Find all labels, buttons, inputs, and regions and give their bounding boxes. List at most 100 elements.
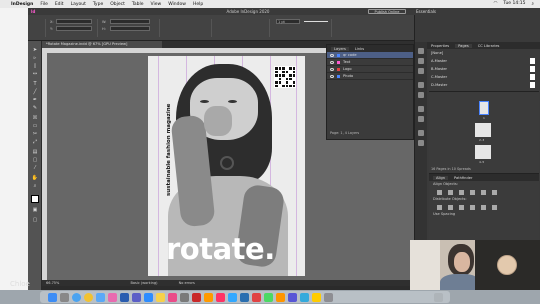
direct-selection-icon[interactable]: ▹ (31, 55, 39, 61)
align-icon[interactable] (418, 140, 424, 146)
distribute-right-icon[interactable] (492, 204, 497, 210)
menu-table[interactable]: Table (132, 2, 144, 7)
itunes-icon[interactable] (168, 293, 177, 302)
acrobat-icon[interactable] (192, 293, 201, 302)
use-spacing-option[interactable]: Use Spacing (429, 211, 539, 218)
menu-layout[interactable]: Layout (71, 2, 86, 7)
master-c[interactable]: C-Master (429, 73, 539, 81)
tab-properties[interactable]: Properties (431, 44, 449, 48)
publish-online-button[interactable]: Publish Online (368, 9, 406, 14)
align-bottom-icon[interactable] (492, 189, 497, 195)
rectangle-frame-icon[interactable]: ☒ (31, 115, 39, 121)
horizontal-ruler[interactable] (42, 48, 328, 53)
stroke-style-swatch[interactable] (304, 21, 328, 22)
formatting-icon[interactable]: ▣ (31, 207, 39, 213)
page-thumbnail-2-3[interactable] (475, 123, 491, 137)
scale-group[interactable] (162, 19, 212, 37)
properties-icon[interactable] (418, 48, 424, 54)
settings-icon[interactable] (180, 293, 189, 302)
page-thumbnail-1[interactable] (479, 101, 489, 115)
text-wrap-icon[interactable] (418, 130, 424, 136)
search-icon[interactable]: ⌕ (531, 1, 534, 7)
clock[interactable]: Tue 14:15 (503, 1, 525, 7)
teams-icon[interactable] (132, 293, 141, 302)
mail-icon[interactable] (96, 293, 105, 302)
app-icon[interactable] (324, 293, 333, 302)
photos-icon[interactable] (108, 293, 117, 302)
zoom-level[interactable]: 66.75% (46, 281, 59, 285)
align-left-icon[interactable] (437, 189, 442, 195)
hand-tool-icon[interactable]: ✋ (31, 175, 39, 181)
layer-row-logo[interactable]: Logo (327, 66, 413, 73)
distribute-bottom-icon[interactable] (459, 204, 464, 210)
distribute-top-icon[interactable] (437, 204, 442, 210)
layer-row-photo[interactable]: Photo (327, 73, 413, 80)
app-icon[interactable] (288, 293, 297, 302)
page-tool-icon[interactable]: ▯ (31, 63, 39, 69)
qr-code[interactable] (274, 66, 296, 88)
pen-tool-icon[interactable]: ✒ (31, 97, 39, 103)
scissors-icon[interactable]: ✂ (31, 131, 39, 137)
gradient-icon[interactable]: ▤ (31, 149, 39, 155)
type-tool-icon[interactable]: T (31, 81, 39, 87)
gap-tool-icon[interactable]: ↔ (31, 71, 39, 77)
menu-view[interactable]: View (151, 2, 162, 7)
tab-links[interactable]: Links (355, 47, 364, 51)
zoom-icon[interactable] (144, 293, 153, 302)
preflight-errors[interactable]: No errors (179, 281, 195, 285)
distribute-hcenter-icon[interactable] (481, 204, 486, 210)
rectangle-tool-icon[interactable]: ▭ (31, 123, 39, 129)
master-none[interactable]: [None] (429, 49, 539, 57)
launchpad-icon[interactable] (60, 293, 69, 302)
menu-file[interactable]: File (40, 2, 48, 7)
layer-row-text[interactable]: Text (327, 59, 413, 66)
rotate-group[interactable] (214, 19, 270, 37)
app-icon[interactable] (276, 293, 285, 302)
links-icon[interactable] (418, 92, 424, 98)
fitting-group[interactable] (334, 19, 410, 37)
align-middle-icon[interactable] (481, 189, 486, 195)
view-mode-icon[interactable]: ▢ (31, 217, 39, 223)
safari-icon[interactable] (72, 293, 81, 302)
tab-pathfinder[interactable]: Pathfinder (454, 176, 472, 180)
tab-cc-libraries[interactable]: CC Libraries (478, 44, 500, 48)
x-field[interactable] (56, 19, 92, 24)
reference-point-group[interactable] (32, 19, 46, 37)
menu-edit[interactable]: Edit (55, 2, 64, 7)
wifi-icon[interactable]: ◠ (493, 1, 497, 7)
document-tab[interactable]: *Rotate Magazine.indd @ 67% [GPU Preview… (42, 41, 162, 48)
fill-stroke-swatch-icon[interactable] (31, 195, 39, 203)
app-icon[interactable] (252, 293, 261, 302)
menu-object[interactable]: Object (110, 2, 125, 7)
tab-pages[interactable]: Pages (455, 43, 472, 48)
menu-window[interactable]: Window (168, 2, 186, 7)
align-right-icon[interactable] (459, 189, 464, 195)
layers-icon[interactable] (418, 82, 424, 88)
menu-type[interactable]: Type (93, 2, 103, 7)
master-d[interactable]: D-Master (429, 81, 539, 89)
indesign-icon[interactable] (216, 293, 225, 302)
page-thumbnail-4-5[interactable] (475, 145, 491, 159)
stroke-icon[interactable] (418, 106, 424, 112)
illustrator-icon[interactable] (204, 293, 213, 302)
distribute-vcenter-icon[interactable] (448, 204, 453, 210)
magazine-page[interactable]: sustainable fashion magazine rotate. (148, 56, 305, 276)
finder-icon[interactable] (48, 293, 57, 302)
participant-video-tile[interactable] (410, 240, 475, 290)
app-icon[interactable] (264, 293, 273, 302)
word-icon[interactable] (120, 293, 129, 302)
height-field[interactable] (110, 26, 150, 31)
menu-app-name[interactable]: InDesign (11, 2, 33, 7)
workspace-switcher[interactable]: Essentials (416, 9, 436, 14)
visibility-eye-icon[interactable] (330, 60, 334, 64)
chrome-icon[interactable] (84, 293, 93, 302)
preflight-profile[interactable]: Basic (working) (130, 281, 157, 285)
tab-align[interactable]: Align (433, 175, 449, 180)
app-icon[interactable] (312, 293, 321, 302)
photoshop-icon[interactable] (228, 293, 237, 302)
cc-libraries-icon[interactable] (418, 68, 424, 74)
tab-layers[interactable]: Layers (331, 46, 349, 51)
menu-help[interactable]: Help (193, 2, 203, 7)
zoom-tool-icon[interactable]: ⌕ (31, 183, 39, 189)
free-transform-icon[interactable]: ⤢ (31, 139, 39, 145)
